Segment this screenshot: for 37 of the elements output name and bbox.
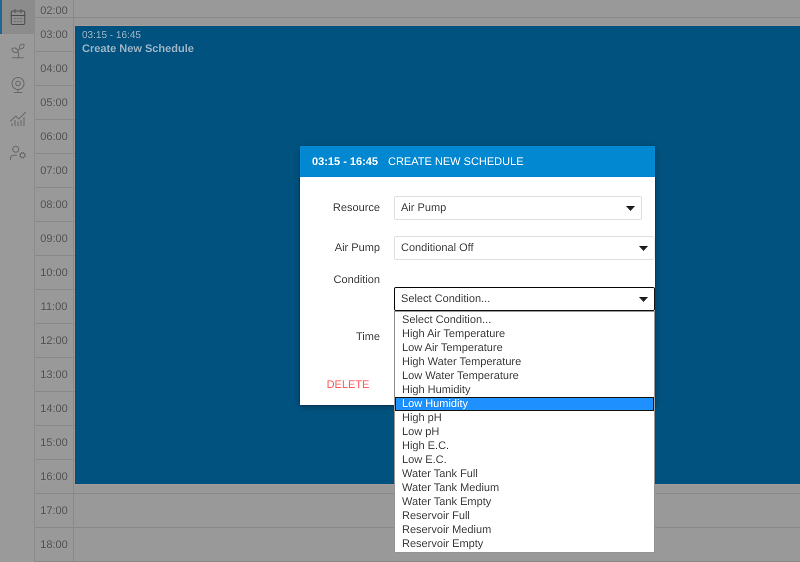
sidebar-item[interactable] bbox=[0, 0, 34, 34]
select-field[interactable]: Conditional Off bbox=[394, 236, 655, 260]
event-time: 03:15 - 16:45 bbox=[82, 30, 141, 41]
hour-label: 02:00 bbox=[35, 0, 74, 17]
hour-label: 03:00 bbox=[35, 18, 74, 51]
field-label: Time bbox=[354, 331, 380, 343]
hour-label: 11:00 bbox=[35, 290, 74, 323]
field-label: Condition bbox=[332, 274, 381, 286]
sprout-icon bbox=[9, 42, 27, 60]
calendar-icon bbox=[9, 8, 27, 26]
caret-icon bbox=[639, 246, 648, 250]
field-label: Resource bbox=[332, 202, 381, 214]
hour-label: 16:00 bbox=[35, 460, 74, 493]
hour-label: 13:00 bbox=[35, 358, 74, 391]
hour-label: 15:00 bbox=[35, 426, 74, 459]
select-field[interactable]: Air Pump bbox=[394, 196, 642, 220]
webcam-icon bbox=[9, 76, 27, 94]
hour-label: 08:00 bbox=[35, 188, 74, 221]
event-title: Create New Schedule bbox=[82, 43, 194, 55]
select-field[interactable]: Select Condition... bbox=[394, 287, 655, 311]
hour-label: 07:00 bbox=[35, 154, 74, 187]
hour-label: 17:00 bbox=[35, 494, 74, 527]
caret-icon bbox=[626, 206, 635, 210]
user-gear-icon bbox=[9, 144, 27, 162]
hour-label: 10:00 bbox=[35, 256, 74, 289]
dialog-title: CREATE NEW SCHEDULE bbox=[388, 156, 524, 168]
hour-label: 18:00 bbox=[35, 528, 74, 561]
hour-label: 06:00 bbox=[35, 120, 74, 153]
hour-label: 09:00 bbox=[35, 222, 74, 255]
field-label: Air Pump bbox=[334, 242, 381, 254]
hour-label: 14:00 bbox=[35, 392, 74, 425]
dialog-time: 03:15 - 16:45 bbox=[312, 156, 378, 168]
hour-label: 05:00 bbox=[35, 86, 74, 119]
chart-icon bbox=[9, 110, 27, 128]
hour-label: 12:00 bbox=[35, 324, 74, 357]
hour-label: 04:00 bbox=[35, 52, 74, 85]
caret-icon bbox=[639, 296, 648, 302]
